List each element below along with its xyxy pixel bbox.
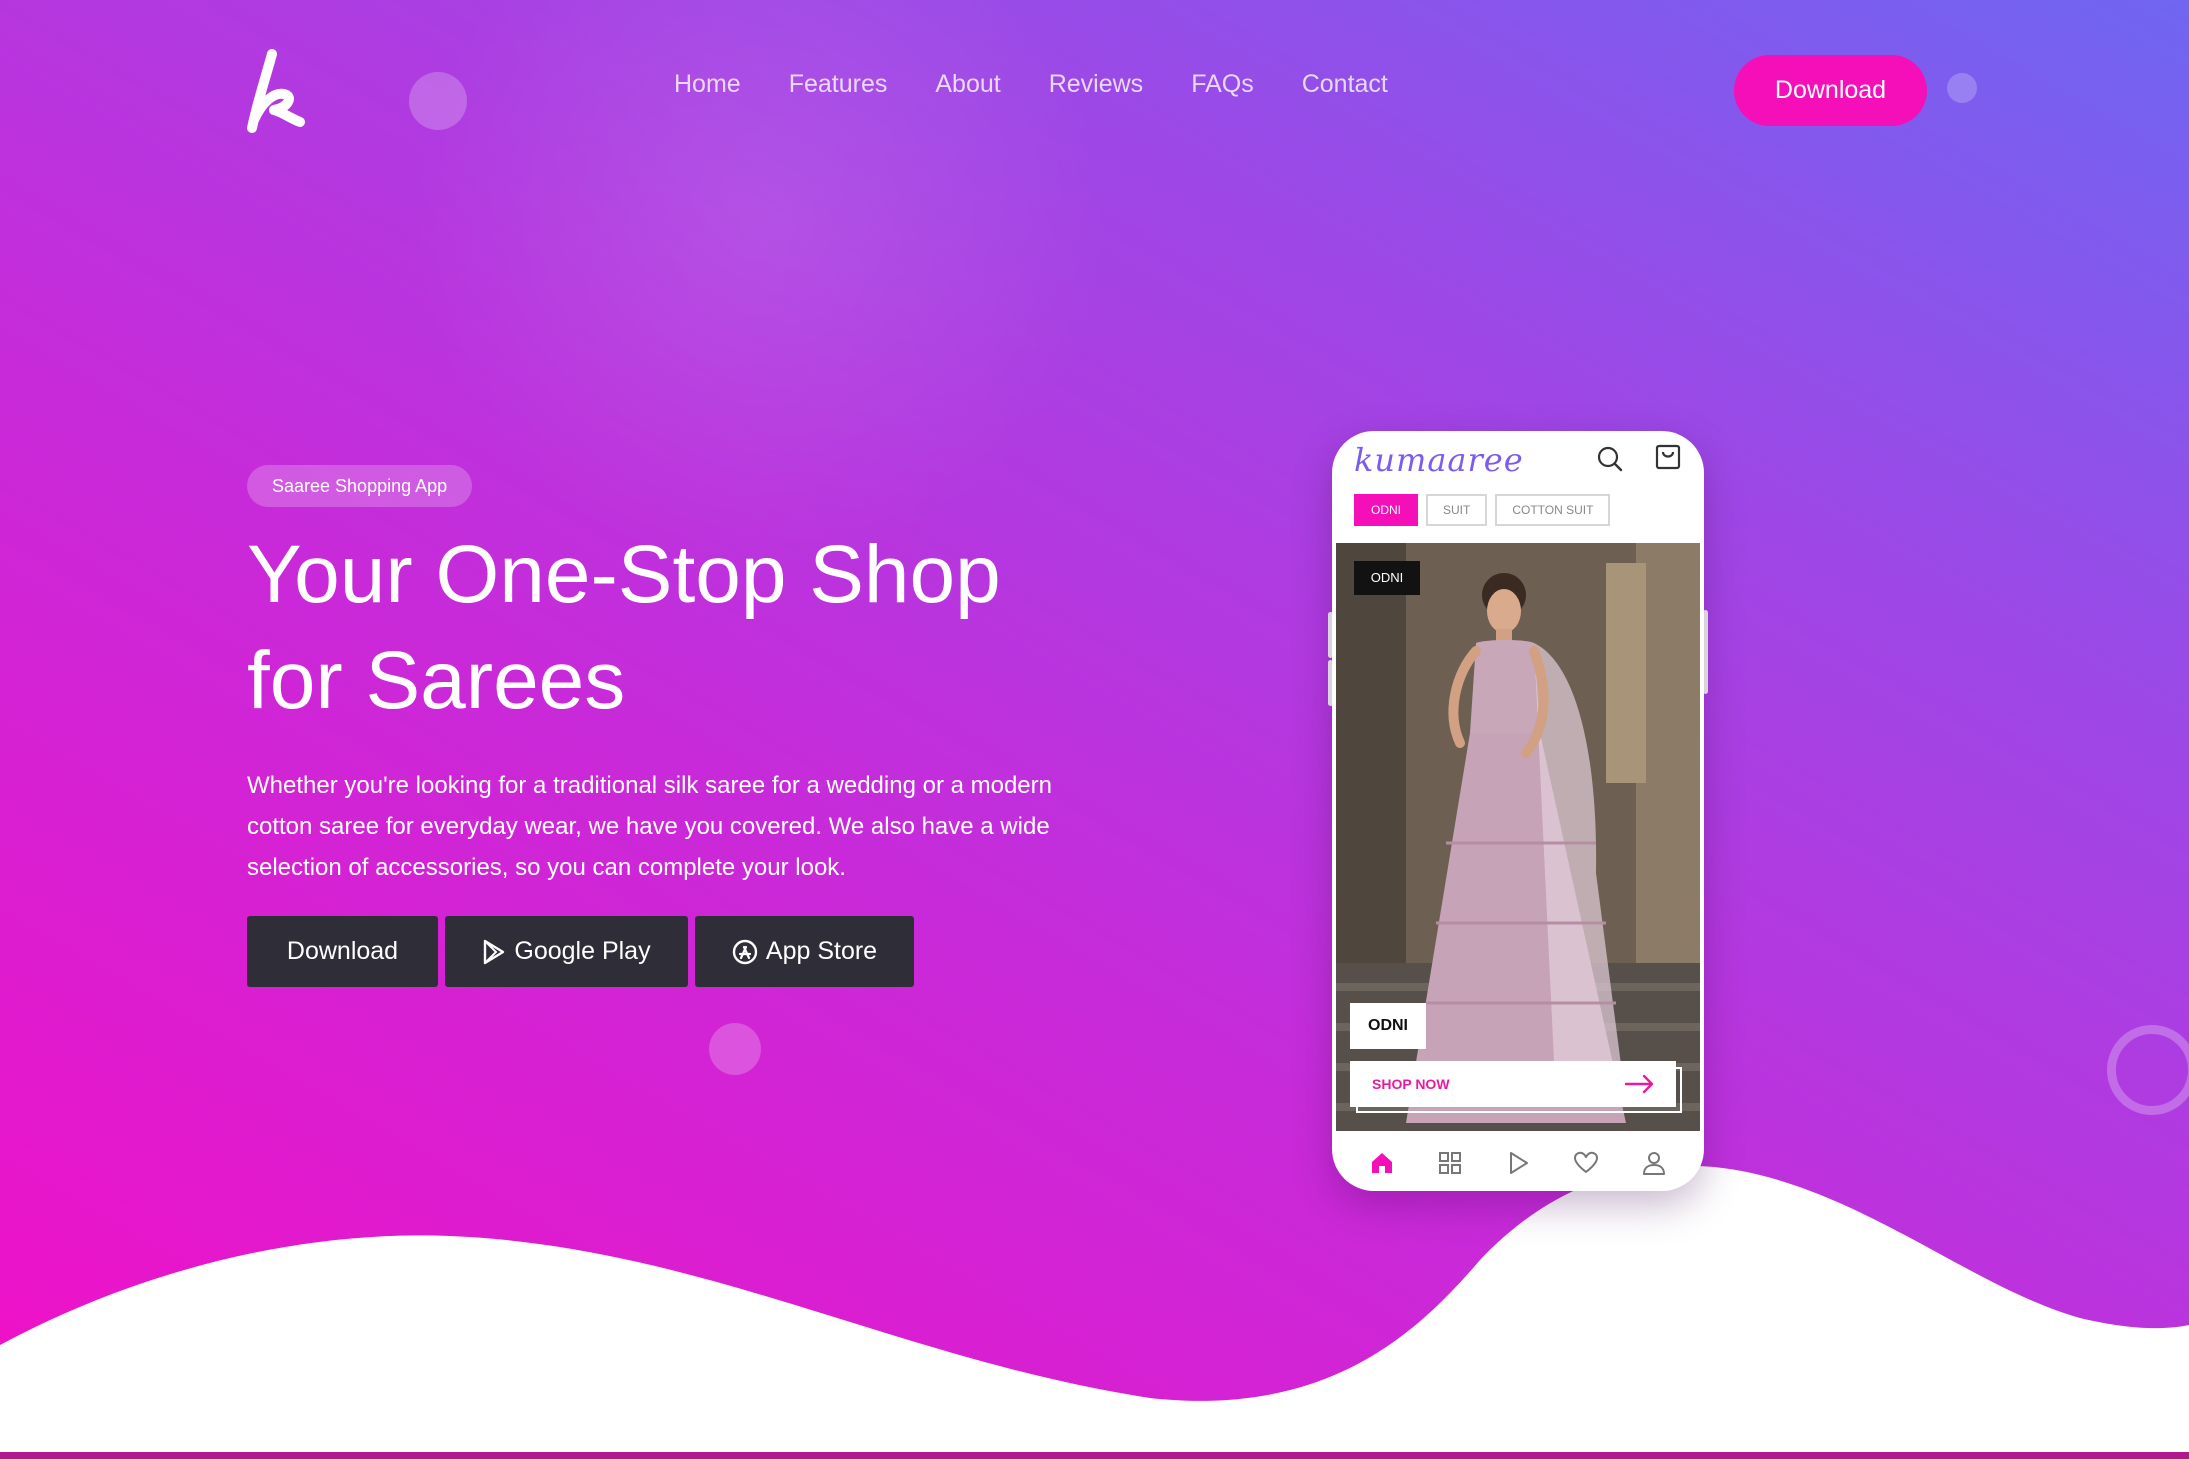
home-icon[interactable]: [1369, 1150, 1395, 1176]
decor-ring: [2107, 1025, 2189, 1115]
product-label: ODNI: [1350, 1003, 1426, 1049]
decor-dot: [709, 1023, 761, 1075]
shopping-bag-icon[interactable]: [1654, 443, 1682, 471]
heart-icon[interactable]: [1573, 1150, 1599, 1176]
app-store-label: App Store: [765, 937, 878, 965]
nav-download-button[interactable]: Download: [1734, 55, 1927, 126]
hero-lead-text: Whether you're looking for a traditional…: [247, 772, 1052, 881]
product-card[interactable]: ODNI ODNI SHOP NOW: [1336, 543, 1700, 1131]
decor-dot: [409, 72, 467, 130]
app-bottom-nav: [1332, 1135, 1704, 1191]
chip-odni[interactable]: ODNI: [1354, 494, 1418, 526]
user-icon[interactable]: [1641, 1150, 1667, 1176]
grid-icon[interactable]: [1437, 1150, 1463, 1176]
nav-contact[interactable]: Contact: [1302, 70, 1388, 99]
google-play-icon: [484, 939, 505, 964]
chip-cotton-suit[interactable]: COTTON SUIT: [1495, 494, 1611, 526]
shop-now-button[interactable]: SHOP NOW: [1350, 1061, 1676, 1107]
phone-mockup: kumaaree ODNI SUIT COTTON SUIT ODNI ODNI…: [1332, 431, 1704, 1191]
arrow-right-icon: [1624, 1074, 1654, 1094]
app-logo-text: kumaaree: [1354, 441, 1524, 479]
cta-button-group: Download Google Play App Store: [247, 916, 914, 987]
headline-line-2: for Sarees: [247, 635, 626, 726]
shop-now-label: SHOP NOW: [1372, 1076, 1450, 1092]
hero-headline: Your One-Stop Shop for Sarees: [247, 522, 1147, 734]
chip-suit[interactable]: SUIT: [1426, 494, 1488, 526]
nav-reviews[interactable]: Reviews: [1049, 70, 1143, 99]
download-button[interactable]: Download: [247, 916, 438, 987]
k-script-logo-icon[interactable]: [244, 48, 314, 138]
category-badge: Saaree Shopping App: [247, 465, 473, 507]
bottom-accent-line: [0, 1452, 2189, 1459]
download-button-label: Download: [286, 937, 399, 965]
product-top-tag: ODNI: [1354, 561, 1420, 595]
nav-home[interactable]: Home: [674, 70, 741, 99]
app-store-icon: [732, 939, 758, 964]
headline-line-1: Your One-Stop Shop: [247, 529, 1001, 620]
nav-features[interactable]: Features: [789, 70, 888, 99]
nav-faqs[interactable]: FAQs: [1191, 70, 1254, 99]
google-play-button[interactable]: Google Play: [445, 916, 688, 987]
main-nav: Home Features About Reviews FAQs Contact: [674, 70, 1388, 99]
hero-section: Home Features About Reviews FAQs Contact…: [0, 0, 2189, 1459]
category-chips: ODNI SUIT COTTON SUIT: [1354, 494, 1611, 526]
nav-about[interactable]: About: [935, 70, 1000, 99]
play-icon[interactable]: [1505, 1150, 1531, 1176]
google-play-label: Google Play: [514, 937, 651, 965]
app-store-button[interactable]: App Store: [695, 916, 914, 987]
decor-dot: [1947, 73, 1977, 103]
search-icon[interactable]: [1596, 445, 1624, 473]
